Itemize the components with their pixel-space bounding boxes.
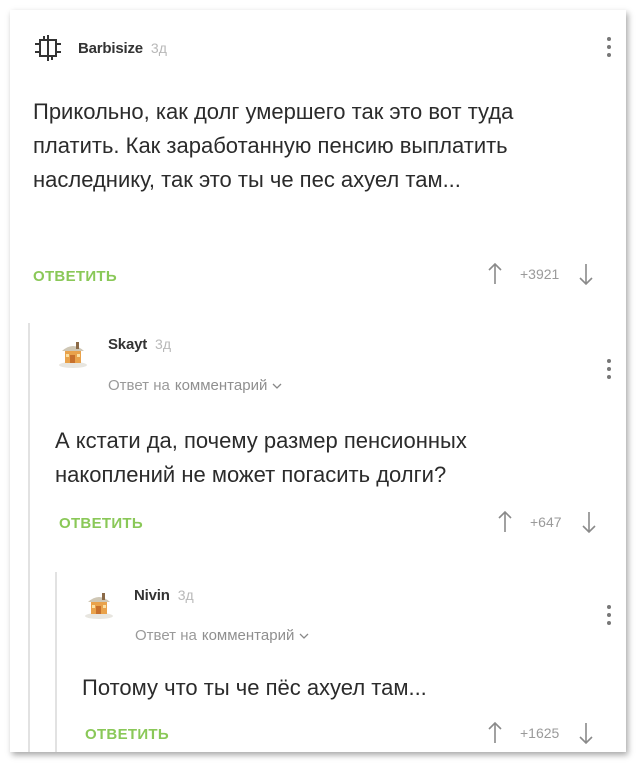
comment-text: А кстати да, почему размер пенсионных на…: [55, 428, 467, 487]
reply-to-link[interactable]: Ответ на комментарий: [135, 627, 309, 644]
username[interactable]: Barbisize: [78, 40, 143, 57]
vote-controls: +3921: [488, 262, 593, 286]
rating-count: +1625: [520, 725, 560, 741]
chevron-down-icon[interactable]: [272, 379, 282, 393]
reply-to-link[interactable]: Ответ на комментарий: [108, 377, 282, 394]
downvote-arrow-icon[interactable]: [579, 262, 593, 286]
more-options-icon[interactable]: [606, 37, 612, 57]
upvote-arrow-icon[interactable]: [498, 510, 512, 534]
rammstein-logo-icon[interactable]: [32, 32, 64, 64]
timestamp: 3д: [155, 336, 171, 352]
cottage-avatar-icon[interactable]: [56, 337, 90, 371]
comment-text: Потому что ты че пёс ахуел там...: [82, 675, 427, 700]
comment-text: Прикольно, как долг умершего так это вот…: [33, 99, 514, 192]
timestamp: 3д: [150, 40, 167, 56]
downvote-arrow-icon[interactable]: [581, 510, 596, 534]
username[interactable]: Nivin: [134, 587, 170, 604]
more-options-icon[interactable]: [606, 359, 612, 379]
comment-header: Nivin 3д: [82, 587, 194, 622]
timestamp: 3д: [177, 587, 194, 603]
thread-line[interactable]: [28, 323, 30, 752]
reply-to-prefix: Ответ на: [135, 627, 197, 644]
upvote-arrow-icon[interactable]: [488, 721, 502, 745]
reply-to-prefix: Ответ на: [108, 377, 170, 394]
username[interactable]: Skayt: [108, 336, 147, 353]
downvote-arrow-icon[interactable]: [579, 721, 593, 745]
reply-button[interactable]: ОТВЕТИТЬ: [33, 268, 117, 285]
cottage-avatar-icon[interactable]: [82, 588, 116, 622]
rating-count: +3921: [520, 266, 560, 282]
comment-thread: Barbisize 3д Прикольно, как долг умершег…: [10, 10, 626, 752]
vote-controls: +1625: [488, 721, 593, 745]
more-options-icon[interactable]: [606, 605, 612, 625]
comment-header: Barbisize 3д: [32, 32, 167, 64]
upvote-arrow-icon[interactable]: [488, 262, 502, 286]
reply-button[interactable]: ОТВЕТИТЬ: [85, 726, 169, 743]
reply-to-comment-link[interactable]: комментарий: [175, 377, 267, 394]
reply-to-comment-link[interactable]: комментарий: [202, 627, 294, 644]
chevron-down-icon[interactable]: [299, 629, 309, 643]
vote-controls: +647: [498, 510, 596, 534]
reply-button[interactable]: ОТВЕТИТЬ: [59, 515, 143, 532]
thread-line[interactable]: [55, 572, 57, 752]
rating-count: +647: [530, 514, 562, 530]
comment-header: Skayt 3д: [56, 336, 171, 371]
